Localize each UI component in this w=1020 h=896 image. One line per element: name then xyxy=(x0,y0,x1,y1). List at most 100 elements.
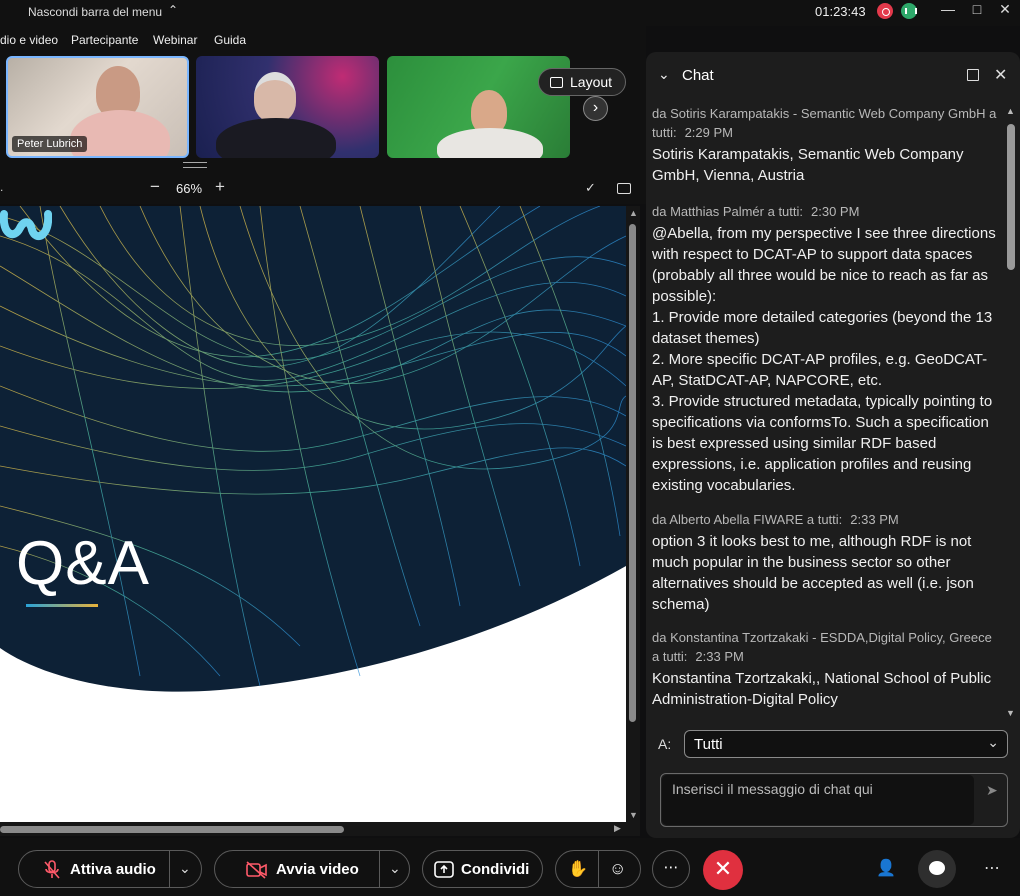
scroll-up-icon[interactable]: ▲ xyxy=(1006,106,1015,116)
layout-label: Layout xyxy=(570,74,613,90)
slide-horizontal-scrollbar[interactable]: ▶ xyxy=(0,822,640,836)
message-time: 2:33 PM xyxy=(695,649,744,664)
overflow-dot: . xyxy=(0,180,4,194)
scroll-thumb[interactable] xyxy=(1007,124,1015,270)
recipient-select[interactable]: Tutti ⌄ xyxy=(684,730,1008,758)
divider xyxy=(169,851,170,887)
zoom-out-button[interactable]: − xyxy=(150,177,160,197)
maximize-button[interactable]: □ xyxy=(967,1,987,17)
video-options-chevron-icon[interactable]: ⌄ xyxy=(389,860,401,877)
message-sender: da Alberto Abella FIWARE a tutti: xyxy=(652,512,843,527)
share-button[interactable]: Condividi xyxy=(422,850,543,888)
scroll-up-icon[interactable]: ▲ xyxy=(629,208,638,218)
recipient-value: Tutti xyxy=(694,736,723,753)
slide-title: Q&A xyxy=(16,529,150,598)
unmute-button[interactable]: Attiva audio ⌄ xyxy=(18,850,202,888)
message-sender: da Matthias Palmér a tutti: xyxy=(652,204,804,219)
menu-audio-video[interactable]: dio e video xyxy=(0,33,58,47)
more-panels-icon[interactable]: ⋯ xyxy=(984,858,1000,878)
close-chat-button[interactable]: ✕ xyxy=(994,65,1007,85)
menu-help[interactable]: Guida xyxy=(214,33,246,47)
message-text: Sotiris Karampatakis, Semantic Web Compa… xyxy=(652,146,964,184)
chat-messages: da Sotiris Karampatakis - Semantic Web C… xyxy=(646,102,1006,720)
raise-hand-icon[interactable]: ✋ xyxy=(568,859,588,879)
strip-resize-handle[interactable] xyxy=(183,162,207,168)
meeting-timer: 01:23:43 xyxy=(815,4,866,19)
participant-video-body xyxy=(437,128,543,158)
layout-icon xyxy=(550,77,563,88)
network-stats-icon[interactable] xyxy=(901,3,917,19)
chat-title: Chat xyxy=(682,67,714,84)
chat-toggle-button[interactable] xyxy=(918,850,956,888)
fullscreen-icon[interactable] xyxy=(617,183,631,194)
layout-button[interactable]: Layout xyxy=(538,68,626,96)
message-meta: da Sotiris Karampatakis - Semantic Web C… xyxy=(652,104,1002,142)
hide-menu-bar-link[interactable]: Nascondi barra del menu xyxy=(28,5,162,19)
zoom-bar: . − 66% + ✓ xyxy=(0,174,646,204)
message-time: 2:33 PM xyxy=(850,512,899,527)
scroll-thumb[interactable] xyxy=(0,826,344,833)
menu-webinar[interactable]: Webinar xyxy=(153,33,197,47)
unmute-label: Attiva audio xyxy=(70,861,156,878)
chat-panel: ⌄ Chat ✕ da Sotiris Karampatakis - Seman… xyxy=(646,52,1020,838)
next-videos-button[interactable]: › xyxy=(583,96,608,121)
title-underline xyxy=(26,604,98,607)
menu-bar: dio e video Partecipante Webinar Guida xyxy=(0,26,646,52)
share-icon xyxy=(434,861,454,878)
video-off-icon xyxy=(246,861,267,879)
participant-name-tag: Peter Lubrich xyxy=(12,136,88,152)
chat-message-input[interactable] xyxy=(662,775,974,825)
chat-message: da Sotiris Karampatakis - Semantic Web C… xyxy=(652,104,1002,186)
menu-participant[interactable]: Partecipante xyxy=(71,33,138,47)
message-meta: da Konstantina Tzortzakaki - ESDDA,Digit… xyxy=(652,628,1002,666)
chat-message: da Konstantina Tzortzakaki - ESDDA,Digit… xyxy=(652,628,1002,710)
message-meta: da Matthias Palmér a tutti: 2:30 PM xyxy=(652,202,1002,221)
divider xyxy=(379,851,380,887)
scroll-right-icon[interactable]: ▶ xyxy=(614,823,621,834)
collapse-chevron-icon[interactable]: ⌄ xyxy=(658,66,670,83)
scroll-down-icon[interactable]: ▼ xyxy=(1006,708,1015,718)
participants-icon[interactable]: 👤 xyxy=(876,858,896,878)
audio-options-chevron-icon[interactable]: ⌄ xyxy=(179,860,191,877)
participant-video-body xyxy=(216,118,336,158)
participant-video xyxy=(254,72,296,122)
send-icon[interactable]: ➤ xyxy=(986,782,998,799)
slide-background xyxy=(0,206,626,692)
zoom-level: 66% xyxy=(176,181,203,196)
reactions-icon[interactable]: ☺ xyxy=(609,859,626,879)
recipient-label: A: xyxy=(658,736,672,752)
message-text: @Abella, from my perspective I see three… xyxy=(652,225,996,494)
mic-muted-icon xyxy=(44,860,60,879)
chat-scrollbar[interactable]: ▲ ▼ xyxy=(1004,102,1018,720)
slide-vertical-scrollbar[interactable]: ▲ ▼ xyxy=(626,206,640,822)
title-bar: Nascondi barra del menu ⌃ 01:23:43 — □ ✕ xyxy=(0,0,1020,26)
webex-logo-icon xyxy=(0,210,52,240)
message-meta: da Alberto Abella FIWARE a tutti: 2:33 PM xyxy=(652,510,1002,529)
chat-message: da Alberto Abella FIWARE a tutti: 2:33 PM… xyxy=(652,510,1002,615)
scroll-thumb[interactable] xyxy=(629,224,636,722)
video-tile[interactable] xyxy=(196,56,379,158)
chevron-up-icon[interactable]: ⌃ xyxy=(168,3,178,17)
leave-meeting-button[interactable]: ✕ xyxy=(703,850,743,890)
start-video-label: Avvia video xyxy=(276,861,359,878)
message-time: 2:30 PM xyxy=(811,204,860,219)
popout-icon[interactable] xyxy=(967,69,979,81)
annotate-icon[interactable]: ✓ xyxy=(585,180,596,196)
divider xyxy=(598,851,599,887)
scroll-down-icon[interactable]: ▼ xyxy=(629,810,638,820)
recording-icon[interactable] xyxy=(877,3,893,19)
minimize-button[interactable]: — xyxy=(938,1,958,17)
more-options-button[interactable]: ⋯ xyxy=(652,850,690,888)
video-strip: Peter Lubrich Layout › xyxy=(0,52,646,174)
chat-message: da Matthias Palmér a tutti: 2:30 PM @Abel… xyxy=(652,202,1002,496)
video-tile-active-speaker[interactable]: Peter Lubrich xyxy=(6,56,189,158)
meeting-controls: Attiva audio ⌄ Avvia video ⌄ Condividi ✋… xyxy=(0,838,1020,896)
reactions-group: ✋ ☺ xyxy=(555,850,641,888)
shared-slide: Q&A xyxy=(0,206,626,822)
start-video-button[interactable]: Avvia video ⌄ xyxy=(214,850,410,888)
zoom-in-button[interactable]: + xyxy=(215,177,225,197)
window-close-button[interactable]: ✕ xyxy=(995,1,1015,18)
chat-input-box: ➤ xyxy=(660,773,1008,827)
message-text: option 3 it looks best to me, although R… xyxy=(652,533,974,613)
message-time: 2:29 PM xyxy=(684,125,733,140)
